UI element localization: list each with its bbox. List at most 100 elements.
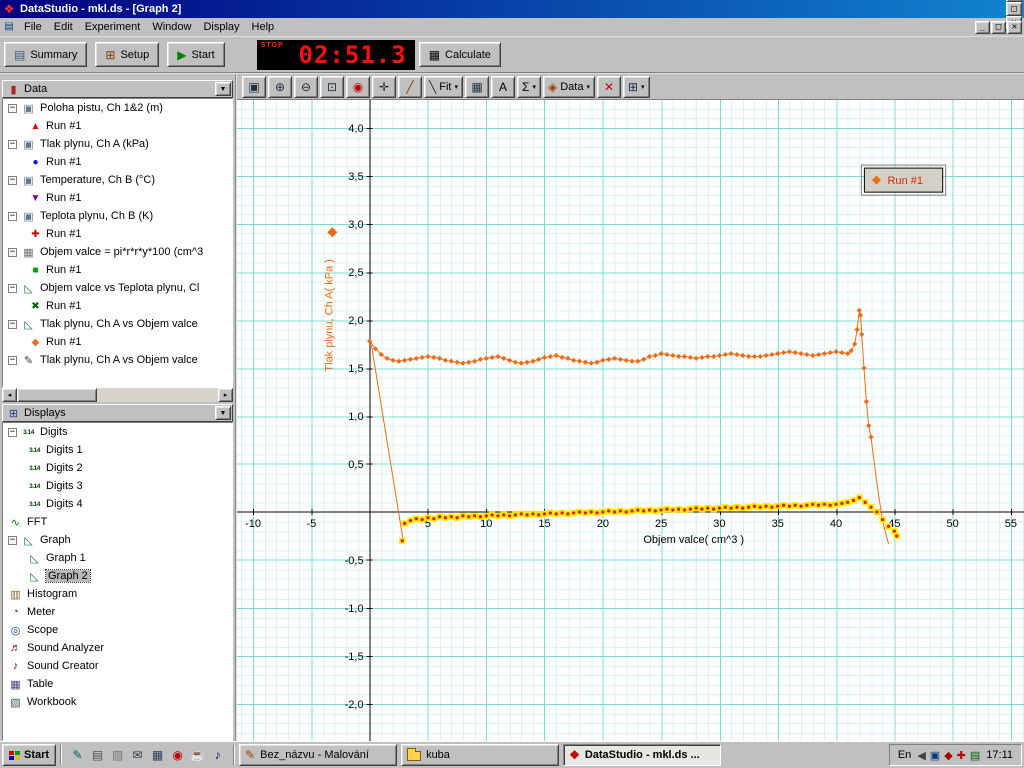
display-item-digits-3[interactable]: 3.14Digits 3 [3, 477, 232, 495]
display-item-graph-1[interactable]: ◺Graph 1 [3, 549, 232, 567]
data-item[interactable]: −▣Temperature, Ch B (°C) [3, 171, 232, 189]
menu-window[interactable]: Window [146, 19, 197, 35]
data-horizontal-scrollbar[interactable]: ◂ ▸ [2, 388, 233, 402]
graph-canvas[interactable]: 4,03,53,02,52,01,51,00,5-0,5-1,0-1,5-2,0… [237, 100, 1024, 741]
setup-button[interactable]: ⊞Setup [95, 42, 159, 67]
statistics-button[interactable]: Σ▾ [517, 76, 541, 98]
display-item-table[interactable]: ▦Table [3, 675, 232, 693]
quick-launch-mail[interactable]: ✉ [129, 747, 146, 764]
display-item-meter[interactable]: ◔Meter [3, 603, 232, 621]
display-item-graph-2[interactable]: ◺Graph 2 [3, 567, 232, 585]
start-button[interactable]: ▶Start [167, 42, 224, 67]
taskbar-clock[interactable]: 17:11 [986, 749, 1013, 761]
task-paint[interactable]: ✎Bez_názvu - Malování [239, 744, 397, 766]
smart-tool-button[interactable]: ✛ [372, 76, 396, 98]
quick-launch-calculator[interactable]: ▦ [149, 747, 166, 764]
display-item-workbook[interactable]: ▧Workbook [3, 693, 232, 711]
data-item[interactable]: −✎Tlak plynu, Ch A vs Objem valce [3, 351, 232, 369]
display-item-graph[interactable]: −◺Graph [3, 531, 232, 549]
data-menu-button[interactable]: ◈Data▾ [543, 76, 595, 98]
restore-button[interactable]: □ [1006, 2, 1022, 16]
keyboard-layout-indicator[interactable]: En [898, 749, 911, 761]
mdi-close-button[interactable]: ✕ [1007, 21, 1022, 34]
collapse-icon[interactable]: − [8, 212, 17, 221]
run-item[interactable]: ✖Run #1 [3, 297, 232, 315]
scheduler-icon[interactable]: ◆ [944, 749, 952, 762]
collapse-icon[interactable]: − [8, 428, 17, 437]
zoom-in-button[interactable]: ⊕ [268, 76, 292, 98]
quick-launch-notes[interactable]: ▤ [89, 747, 106, 764]
scroll-right-icon[interactable]: ▸ [218, 388, 233, 402]
menu-edit[interactable]: Edit [48, 19, 79, 35]
data-item[interactable]: −▣Teplota plynu, Ch B (K) [3, 207, 232, 225]
task-folder-kuba[interactable]: kuba [401, 744, 559, 766]
scrollbar-thumb[interactable] [17, 388, 97, 402]
display-item-digits[interactable]: −3.14Digits [3, 423, 232, 441]
antivirus-icon[interactable]: ✚ [957, 749, 966, 762]
alarm-button[interactable]: ◉ [346, 76, 370, 98]
run-item[interactable]: ▼Run #1 [3, 189, 232, 207]
run-item[interactable]: ▲Run #1 [3, 117, 232, 135]
menu-experiment[interactable]: Experiment [79, 19, 147, 35]
delete-data-button[interactable]: ✕ [597, 76, 621, 98]
run-item[interactable]: ■Run #1 [3, 261, 232, 279]
run-marker-icon: ✖ [29, 301, 42, 312]
summary-button[interactable]: ▤Summary [4, 42, 87, 67]
fit-menu-button[interactable]: ╲Fit▾ [424, 76, 463, 98]
run-item[interactable]: ✚Run #1 [3, 225, 232, 243]
display-item-digits-4[interactable]: 3.14Digits 4 [3, 495, 232, 513]
display-item-histogram[interactable]: ▥Histogram [3, 585, 232, 603]
data-item[interactable]: −◺Tlak plynu, Ch A vs Objem valce [3, 315, 232, 333]
scale-to-fit-button[interactable]: ▣ [242, 76, 266, 98]
mdi-minimize-button[interactable]: _ [975, 21, 990, 34]
scrollbar-track[interactable] [97, 388, 218, 402]
display-item-fft[interactable]: ∿FFT [3, 513, 232, 531]
menu-help[interactable]: Help [246, 19, 281, 35]
displays-section-header[interactable]: ⊞ Displays ▼ [2, 404, 233, 422]
quick-launch-template[interactable]: ▨ [109, 747, 126, 764]
display-item-sound-creator[interactable]: ♪Sound Creator [3, 657, 232, 675]
slope-tool-button[interactable]: ╱ [398, 76, 422, 98]
display-item-scope[interactable]: ◎Scope [3, 621, 232, 639]
data-section-header[interactable]: ▮ Data ▼ [2, 80, 233, 98]
graph-calculator-button[interactable]: ▦ [465, 76, 489, 98]
zoom-out-button[interactable]: ⊖ [294, 76, 318, 98]
collapse-icon[interactable]: − [8, 356, 17, 365]
data-item[interactable]: −▣Poloha pistu, Ch 1&2 (m) [3, 99, 232, 117]
graph-settings-button[interactable]: ⊞▾ [623, 76, 650, 98]
text-annotation-button[interactable]: A [491, 76, 515, 98]
volume-icon[interactable]: ◀ [917, 749, 925, 762]
quick-launch-media[interactable]: ♪ [209, 747, 226, 764]
graph-plot-area[interactable]: 4,03,53,02,52,01,51,00,5-0,5-1,0-1,5-2,0… [237, 100, 1024, 741]
display-item-digits-1[interactable]: 3.14Digits 1 [3, 441, 232, 459]
task-datastudio[interactable]: ❖DataStudio - mkl.ds ... [563, 744, 721, 766]
collapse-icon[interactable]: − [8, 536, 17, 545]
quick-launch-wordpad[interactable]: ✎ [69, 747, 86, 764]
quick-launch-java[interactable]: ☕ [189, 747, 206, 764]
run-item[interactable]: ●Run #1 [3, 153, 232, 171]
display-item-digits-2[interactable]: 3.14Digits 2 [3, 459, 232, 477]
zoom-select-button[interactable]: ⊡ [320, 76, 344, 98]
scroll-left-icon[interactable]: ◂ [2, 388, 17, 402]
menu-display[interactable]: Display [197, 19, 245, 35]
network-icon[interactable]: ▤ [970, 749, 980, 762]
displays-dropdown-arrow-icon[interactable]: ▼ [215, 406, 231, 420]
collapse-icon[interactable]: − [8, 176, 17, 185]
data-item[interactable]: −◺Objem valce vs Teplota plynu, Cl [3, 279, 232, 297]
start-menu-button[interactable]: Start [2, 744, 56, 766]
mdi-restore-button[interactable]: □ [991, 21, 1006, 34]
collapse-icon[interactable]: − [8, 320, 17, 329]
data-item[interactable]: −▣Tlak plynu, Ch A (kPa) [3, 135, 232, 153]
collapse-icon[interactable]: − [8, 248, 17, 257]
data-dropdown-arrow-icon[interactable]: ▼ [215, 82, 231, 96]
collapse-icon[interactable]: − [8, 140, 17, 149]
menu-file[interactable]: File [18, 19, 48, 35]
display-settings-icon[interactable]: ▣ [930, 749, 940, 762]
run-item[interactable]: ◆Run #1 [3, 333, 232, 351]
calculate-button[interactable]: ▦ Calculate [419, 42, 501, 67]
data-item[interactable]: −▦Objem valce = pi*r*r*y*100 (cm^3 [3, 243, 232, 261]
collapse-icon[interactable]: − [8, 104, 17, 113]
quick-launch-browser[interactable]: ◉ [169, 747, 186, 764]
display-item-sound-analyzer[interactable]: ♬Sound Analyzer [3, 639, 232, 657]
collapse-icon[interactable]: − [8, 284, 17, 293]
